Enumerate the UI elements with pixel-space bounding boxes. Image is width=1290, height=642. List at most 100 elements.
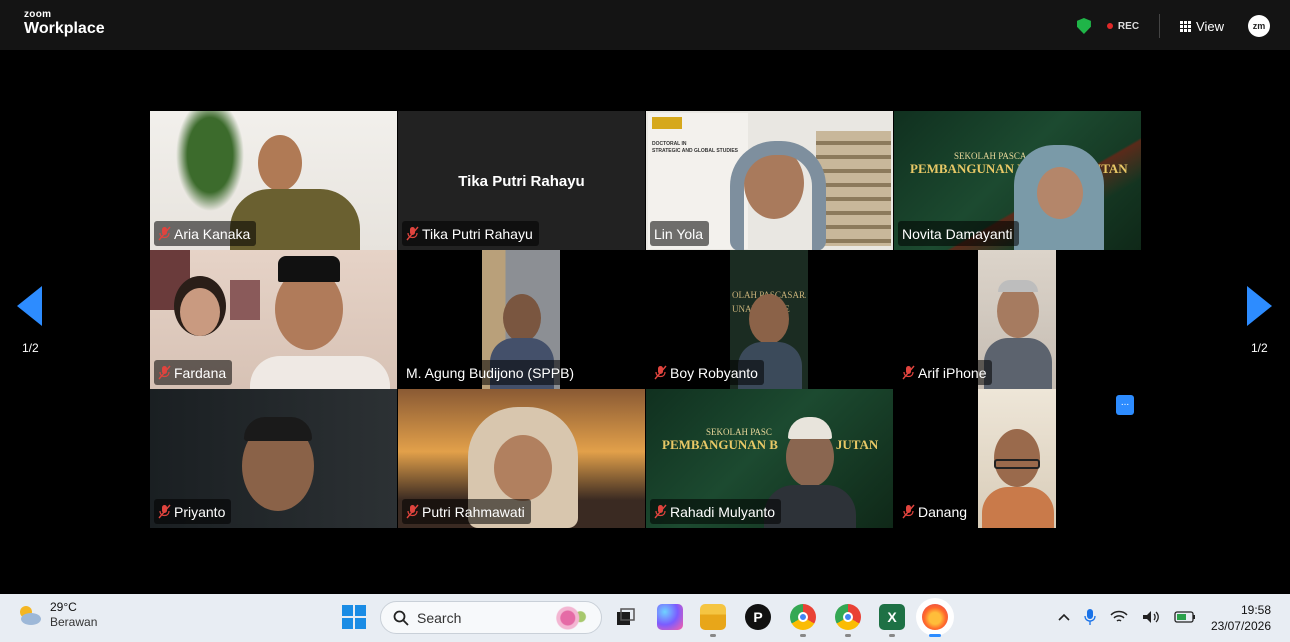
system-tray — [1058, 608, 1196, 626]
page-indicator-left: 1/2 — [22, 341, 39, 355]
taskbar-clock[interactable]: 19:58 23/07/2026 — [1211, 602, 1271, 634]
slide-line2: PEMBANGUNAN B JUTAN — [662, 437, 878, 453]
participant-name: Putri Rahmawati — [422, 503, 525, 520]
recording-indicator[interactable]: REC — [1106, 20, 1140, 32]
video-tile[interactable]: SEKOLAH PASCA PEMBANGUNAN B NJUTAN Novita… — [894, 111, 1141, 250]
participant-name: Lin Yola — [654, 225, 704, 242]
participant-name: Fardana — [174, 364, 227, 381]
search-placeholder: Search — [417, 609, 462, 626]
excel-icon[interactable]: X — [879, 604, 905, 630]
file-explorer-icon[interactable] — [700, 604, 726, 630]
slide-text: DOCTORAL IN STRATEGIC AND GLOBAL STUDIES — [652, 141, 738, 155]
pdf-app-icon[interactable]: P — [745, 604, 771, 630]
search-highlight-flower-icon — [551, 605, 593, 631]
slide-line2a: PEMBANGUNAN B — [662, 437, 778, 452]
muted-mic-icon — [158, 365, 171, 380]
participant-name-tag: Putri Rahmawati — [402, 499, 531, 524]
grid-icon — [1180, 20, 1192, 32]
participant-name-tag: Danang — [898, 499, 974, 524]
video-tile[interactable]: SEKOLAH PASC PEMBANGUNAN B JUTAN Rahadi M… — [646, 389, 893, 528]
muted-mic-icon — [158, 504, 171, 519]
participant-name: Priyanto — [174, 503, 226, 520]
participant-name-tag: Fardana — [154, 360, 233, 385]
participant-name: Novita Damayanti — [902, 225, 1013, 242]
slide-line2a: PEMBANGUNAN B — [910, 161, 1026, 176]
slide-line1: SEKOLAH PASC — [706, 427, 772, 437]
view-label: View — [1196, 18, 1224, 34]
video-tile-active-speaker[interactable]: DOCTORAL IN STRATEGIC AND GLOBAL STUDIES… — [646, 111, 893, 250]
battery-charging-icon[interactable] — [1174, 611, 1196, 623]
divider — [1159, 14, 1161, 38]
participant-display-name: Tika Putri Rahayu — [458, 173, 585, 190]
microphone-icon[interactable] — [1084, 608, 1096, 626]
participant-name-tag: Tika Putri Rahayu — [402, 221, 539, 246]
participant-name-tag: M. Agung Budijono (SPPB) — [402, 360, 581, 385]
participant-name-tag: Arif iPhone — [898, 360, 993, 385]
participant-name: Rahadi Mulyanto — [670, 503, 776, 520]
muted-mic-icon — [406, 226, 419, 241]
copilot-icon[interactable] — [657, 604, 683, 630]
brand-big: Workplace — [24, 20, 105, 37]
slide-line2: STRATEGIC AND GLOBAL STUDIES — [652, 148, 739, 154]
chrome-profile-icon[interactable] — [835, 604, 861, 630]
participant-name: Tika Putri Rahayu — [422, 225, 533, 242]
weather-widget[interactable]: 29°C Berawan — [16, 600, 97, 630]
video-tile[interactable]: Priyanto — [150, 389, 397, 528]
participant-name: Arif iPhone — [918, 364, 987, 381]
video-tile[interactable]: OLAH PASCASARJUNAN BERKE Boy Robyanto — [646, 250, 893, 389]
video-tile[interactable]: Arif iPhone — [894, 250, 1141, 389]
participant-name: Aria Kanaka — [174, 225, 251, 242]
weather-description: Berawan — [50, 615, 98, 629]
chrome-icon[interactable] — [790, 604, 816, 630]
zoom-logo: zoom Workplace — [24, 10, 105, 37]
slide-line2b: JUTAN — [835, 437, 879, 452]
video-tile[interactable]: Putri Rahmawati — [398, 389, 645, 528]
video-tile[interactable]: M. Agung Budijono (SPPB) — [398, 250, 645, 389]
video-tile[interactable]: Aria Kanaka — [150, 111, 397, 250]
participant-name: M. Agung Budijono (SPPB) — [406, 364, 575, 381]
video-tile-no-video[interactable]: Tika Putri Rahayu Tika Putri Rahayu — [398, 111, 645, 250]
view-button[interactable]: View — [1180, 19, 1224, 34]
slide-line1: SEKOLAH PASCA — [954, 151, 1027, 161]
windows-start-icon[interactable] — [342, 605, 366, 629]
muted-mic-icon — [406, 504, 419, 519]
task-view-icon[interactable] — [613, 604, 639, 630]
top-bar: zoom Workplace REC View zm — [0, 0, 1290, 50]
temperature: 29°C — [50, 600, 77, 614]
clock-date: 23/07/2026 — [1210, 619, 1271, 633]
muted-mic-icon — [158, 226, 171, 241]
page-indicator-right: 1/2 — [1251, 341, 1268, 355]
firefox-icon[interactable] — [922, 604, 948, 630]
slide-line1: DOCTORAL IN — [652, 141, 687, 147]
participant-name-tag: Rahadi Mulyanto — [650, 499, 782, 524]
rec-label: REC — [1117, 20, 1140, 32]
participant-name-tag: Priyanto — [154, 499, 232, 524]
participant-name: Danang — [918, 503, 968, 520]
volume-icon[interactable] — [1142, 610, 1160, 624]
muted-mic-icon — [902, 365, 915, 380]
taskbar-search-box[interactable]: Search — [380, 601, 602, 634]
user-avatar[interactable]: zm — [1248, 15, 1270, 37]
top-right-controls: REC View zm — [1076, 14, 1270, 38]
zoom-window: zoom Workplace REC View zm 1/2 1/2 Aria … — [0, 0, 1290, 642]
encryption-shield-icon[interactable] — [1076, 18, 1091, 34]
windows-taskbar: 29°C Berawan Search P X 19:58 23/07/2026 — [0, 594, 1290, 642]
video-tile[interactable]: Danang — [894, 389, 1141, 528]
chevron-up-icon[interactable] — [1058, 613, 1070, 621]
participant-name-tag: Novita Damayanti — [898, 221, 1019, 246]
participant-name-tag: Aria Kanaka — [154, 221, 257, 246]
muted-mic-icon — [902, 504, 915, 519]
brand-small: zoom — [24, 9, 52, 20]
participant-name-tag: Lin Yola — [650, 221, 710, 246]
next-page-arrow-icon[interactable] — [1246, 286, 1272, 326]
previous-page-arrow-icon[interactable] — [17, 286, 43, 326]
muted-mic-icon — [654, 504, 667, 519]
participant-name-tag: Boy Robyanto — [650, 360, 764, 385]
more-options-button[interactable]: ... — [1116, 395, 1134, 415]
wifi-icon[interactable] — [1110, 610, 1128, 624]
record-dot-icon — [1106, 23, 1113, 29]
muted-mic-icon — [654, 365, 667, 380]
clock-time: 19:58 — [1240, 603, 1271, 617]
participant-name: Boy Robyanto — [670, 364, 758, 381]
video-tile[interactable]: Fardana — [150, 250, 397, 389]
